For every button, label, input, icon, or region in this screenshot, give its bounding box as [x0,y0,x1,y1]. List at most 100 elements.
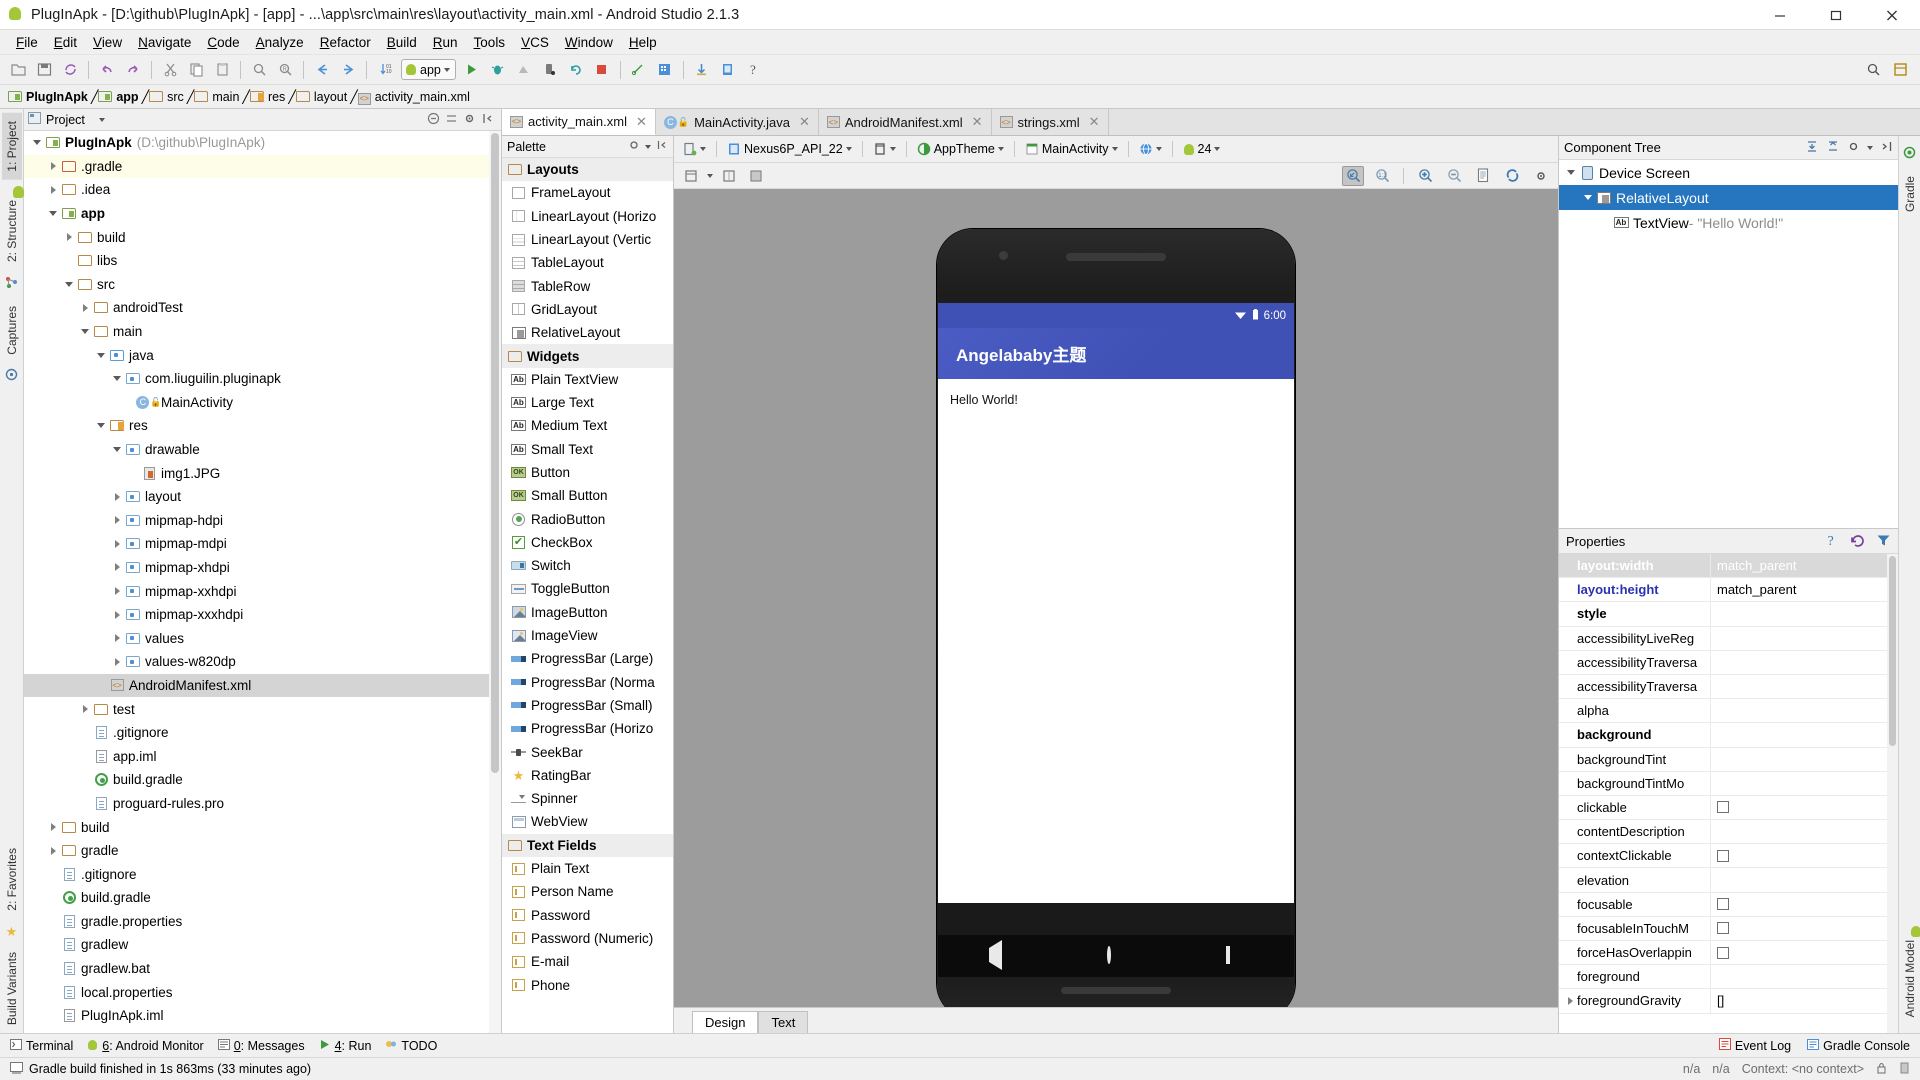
breadcrumb-item-activity-main-xml[interactable]: <>activity_main.xml [358,88,473,105]
property-value-cell[interactable] [1711,723,1898,746]
tree-item-androidtest[interactable]: androidTest [24,296,501,320]
property-row-contextclickable[interactable]: contextClickable [1559,844,1898,868]
property-checkbox[interactable] [1717,922,1729,934]
orientation-selector[interactable] [870,141,899,157]
component-tree-item-textview[interactable]: AbTextView - "Hello World!" [1559,210,1898,235]
sidebar-item-captures[interactable]: Captures [2,298,22,363]
menu-build[interactable]: Build [379,33,425,52]
menu-vcs[interactable]: VCS [513,33,557,52]
tree-item-mipmap-xhdpi[interactable]: mipmap-xhdpi [24,556,501,580]
property-row-backgroundtint[interactable]: backgroundTint [1559,748,1898,772]
component-tree[interactable]: Device ScreenRelativeLayoutAbTextView - … [1559,160,1898,528]
property-row-accessibilitytraversa[interactable]: accessibilityTraversa [1559,651,1898,675]
activity-selector[interactable]: MainActivity [1022,141,1121,157]
breadcrumb-item-layout[interactable]: layout [296,90,350,104]
tree-twisty[interactable] [1564,170,1578,175]
palette-group-text-fields[interactable]: Text Fields [502,834,673,857]
component-tree-item-device-screen[interactable]: Device Screen [1559,160,1898,185]
tree-item-drawable[interactable]: drawable [24,438,501,462]
property-value[interactable]: [] [1717,993,1724,1008]
encoding-indicator[interactable]: n/a [1712,1062,1729,1076]
tool-window-6--android-monitor[interactable]: 6: Android Monitor [87,1039,203,1053]
palette-item-gridlayout[interactable]: GridLayout [502,298,673,321]
property-row-forcehasoverlappin[interactable]: forceHasOverlappin [1559,941,1898,965]
captures-icon[interactable] [5,368,18,384]
palette-item-progressbar--small-[interactable]: ProgressBar (Small) [502,694,673,717]
tree-twisty[interactable] [110,376,124,381]
palette-item-webview[interactable]: WebView [502,810,673,833]
tree-item-build[interactable]: build [24,225,501,249]
property-twisty[interactable] [1563,997,1577,1005]
palette-item-imagebutton[interactable]: ImageButton [502,601,673,624]
design-mode-icon[interactable] [680,166,702,186]
tree-twisty[interactable] [46,211,60,216]
collapse-all-icon[interactable] [1826,139,1840,156]
tree-item-androidmanifest-xml[interactable]: <>AndroidManifest.xml [24,674,501,698]
palette-item-progressbar--norma[interactable]: ProgressBar (Norma [502,671,673,694]
zoom-out-icon[interactable] [1443,166,1465,186]
breadcrumb-item-res[interactable]: res [250,90,288,104]
replace-icon[interactable]: R [273,58,297,82]
palette-item-switch[interactable]: Switch [502,554,673,577]
tab-design[interactable]: Design [692,1011,758,1033]
tree-twisty[interactable] [110,516,124,524]
blueprint-toggle-icon[interactable] [745,166,767,186]
property-row-background[interactable]: background [1559,723,1898,747]
property-value-cell[interactable]: match_parent [1711,554,1898,577]
palette-item-radiobutton[interactable]: RadioButton [502,507,673,530]
tree-item-values[interactable]: values [24,626,501,650]
breadcrumb-item-main[interactable]: main [194,90,242,104]
property-row-backgroundtintmo[interactable]: backgroundTintMo [1559,772,1898,796]
property-row-foreground[interactable]: foreground [1559,965,1898,989]
context-indicator[interactable]: Context: <no context> [1742,1062,1864,1076]
tree-item-proguard-rules-pro[interactable]: proguard-rules.pro [24,792,501,816]
tree-item-libs[interactable]: libs [24,249,501,273]
tree-twisty[interactable] [62,282,76,287]
palette-item-password--numeric-[interactable]: Password (Numeric) [502,927,673,950]
property-checkbox[interactable] [1717,850,1729,862]
zoom-in-icon[interactable] [1414,166,1436,186]
palette-item-e-mail[interactable]: E-mail [502,950,673,973]
palette-item-togglebutton[interactable]: ToggleButton [502,577,673,600]
tree-item-pluginapk[interactable]: PlugInApk(D:\github\PlugInApk) [24,131,501,155]
property-value-cell[interactable] [1711,772,1898,795]
layout-icon[interactable] [1888,58,1912,82]
property-value-cell[interactable] [1711,699,1898,722]
palette-item-imageview[interactable]: ImageView [502,624,673,647]
app-content-area[interactable]: Hello World! [938,379,1294,873]
device-screen[interactable]: 6:00 Angelababy主题 Hello World! [938,303,1294,903]
tree-item-gradlew-bat[interactable]: gradlew.bat [24,957,501,981]
tree-item-mipmap-xxhdpi[interactable]: mipmap-xxhdpi [24,579,501,603]
property-value-cell[interactable] [1711,893,1898,916]
tree-twisty[interactable] [110,611,124,619]
chevron-down-icon[interactable] [99,118,105,122]
copy-icon[interactable] [184,58,208,82]
collapse-all-icon[interactable] [427,112,440,128]
attach-debugger-icon[interactable] [538,58,562,82]
tree-item-layout[interactable]: layout [24,485,501,509]
zoom-1-1-icon[interactable]: 1:1 [1371,166,1393,186]
run-icon[interactable] [460,58,484,82]
tree-item-app-iml[interactable]: app.iml [24,744,501,768]
property-value-cell[interactable] [1711,675,1898,698]
sidebar-item-favorites[interactable]: 2: Favorites [2,840,22,919]
home-nav-icon[interactable] [1107,948,1124,965]
close-icon[interactable]: ✕ [799,114,810,130]
tree-item-test[interactable]: test [24,697,501,721]
gradle-icon[interactable] [1903,146,1916,162]
menu-window[interactable]: Window [557,33,621,52]
gear-icon[interactable] [1847,140,1860,156]
palette-item-linearlayout--vertic[interactable]: LinearLayout (Vertic [502,228,673,251]
line-col-indicator[interactable]: n/a [1683,1062,1700,1076]
breadcrumb-item-app[interactable]: app [98,90,141,104]
menu-view[interactable]: View [85,33,130,52]
tree-twisty[interactable] [46,186,60,194]
tree-item-mipmap-mdpi[interactable]: mipmap-mdpi [24,532,501,556]
tree-twisty[interactable] [94,353,108,358]
close-icon[interactable]: ✕ [636,114,647,130]
palette-item-ratingbar[interactable]: ★RatingBar [502,764,673,787]
download-icon[interactable] [690,58,714,82]
palette-item-small-text[interactable]: AbSmall Text [502,438,673,461]
property-checkbox[interactable] [1717,898,1729,910]
property-row-clickable[interactable]: clickable [1559,796,1898,820]
